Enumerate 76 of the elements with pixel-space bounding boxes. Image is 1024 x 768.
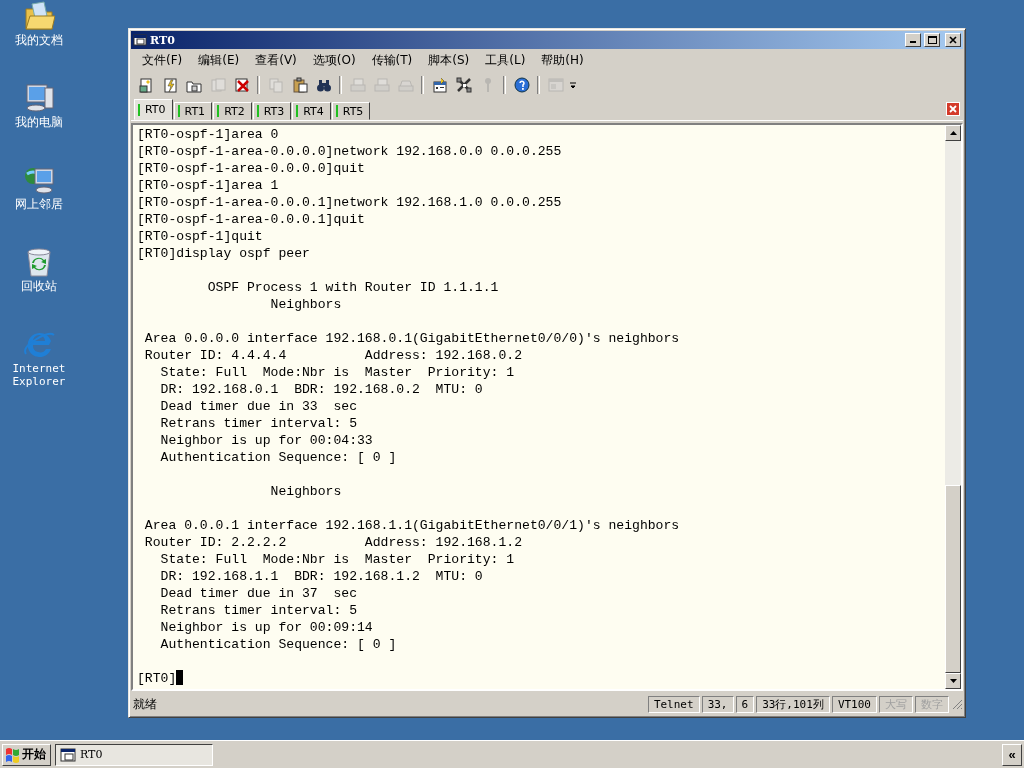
start-button[interactable]: 开始 xyxy=(2,743,51,766)
status-field: VT100 xyxy=(831,695,877,713)
terminal-line: Retrans timer interval: 5 xyxy=(159,416,357,431)
terminal-line: Retrans timer interval: 5 xyxy=(159,603,357,618)
desktop-icon-label[interactable]: 回收站 xyxy=(21,280,57,293)
show-hidden-icons-button[interactable]: « xyxy=(1002,743,1022,766)
scroll-up-icon xyxy=(949,130,957,136)
menu-item[interactable]: 工具(L) xyxy=(478,51,533,69)
session-tab[interactable]: RT2 xyxy=(213,102,252,120)
session-tab[interactable]: RT0 xyxy=(134,99,173,120)
terminal-line: Neighbor is up for 00:09:14 xyxy=(159,620,373,635)
scroll-down-icon xyxy=(949,678,957,684)
folder-icon xyxy=(23,0,55,32)
menu-item[interactable]: 查看(V) xyxy=(248,51,304,69)
menu-item[interactable]: 文件(F) xyxy=(135,51,190,69)
scrollbar-thumb[interactable] xyxy=(945,485,961,673)
terminal-line: State: Full Mode:Nbr is Master Priority: 1 xyxy=(159,552,515,567)
terminal-line: [RT0]display ospf peer xyxy=(137,246,310,261)
terminal-line: [RT0] xyxy=(137,671,177,686)
vertical-scrollbar[interactable] xyxy=(945,125,961,689)
close-icon xyxy=(949,105,957,113)
terminal-line: Dead timer due in 33 sec xyxy=(159,399,357,414)
close-icon xyxy=(948,35,958,45)
terminal-line: Authentication Sequence: [ 0 ] xyxy=(159,637,397,652)
status-field: 6 xyxy=(735,695,755,713)
desktop-icon-label[interactable]: Internet Explorer xyxy=(4,362,74,388)
terminal-line: OSPF Process 1 with Router ID 1.1.1.1 xyxy=(206,280,499,295)
terminal-line: DR: 192.168.0.1 BDR: 192.168.0.2 MTU: 0 xyxy=(159,382,483,397)
session-tab[interactable]: RT4 xyxy=(292,102,331,120)
desktop-icon-label[interactable]: 网上邻居 xyxy=(15,198,63,211)
menu-item[interactable]: 帮助(H) xyxy=(534,51,591,69)
terminal-line: Neighbor is up for 00:04:33 xyxy=(159,433,373,448)
terminal-line: Router ID: 4.4.4.4 Address: 192.168.0.2 xyxy=(143,348,523,363)
session-tab[interactable]: RT5 xyxy=(331,102,371,120)
window-title: RT0 xyxy=(150,33,176,47)
terminal-line: [RT0-ospf-1-area-0.0.0.0]network 192.168.0.0 0.0.0.255 xyxy=(137,144,562,159)
session-tab[interactable]: RT3 xyxy=(252,102,292,120)
terminal-line: Area 0.0.0.1 interface 192.168.1.1(GigabitEthernet0/0/1)'s neighbors xyxy=(143,518,680,533)
terminal-line: Router ID: 2.2.2.2 Address: 192.168.1.2 xyxy=(143,535,523,550)
close-button[interactable] xyxy=(945,33,961,47)
terminal-line: [RT0-ospf-1-area-0.0.0.0]quit xyxy=(137,161,365,176)
maximize-button[interactable] xyxy=(924,33,940,47)
desktop-icon-label[interactable]: 我的电脑 xyxy=(15,116,63,129)
terminal-line: [RT0-ospf-1-area-0.0.0.1]network 192.168.1.0 0.0.0.255 xyxy=(137,195,562,210)
window-icon xyxy=(60,746,76,763)
terminal-line: Area 0.0.0.0 interface 192.168.0.1(GigabitEthernet0/0/0)'s neighbors xyxy=(143,331,680,346)
terminal-line: [RT0-ospf-1-area-0.0.0.1]quit xyxy=(137,212,365,227)
menu-item[interactable]: 脚本(S) xyxy=(421,51,477,69)
status-field: Telnet xyxy=(647,695,700,713)
terminal-line: DR: 192.168.1.1 BDR: 192.168.1.2 MTU: 0 xyxy=(159,569,483,584)
menu-item[interactable]: 传输(T) xyxy=(364,51,420,69)
terminal-line: Neighbors xyxy=(269,484,342,499)
window-icon xyxy=(133,33,147,47)
desktop-icon-label[interactable]: 我的文档 xyxy=(15,34,63,47)
status-field: 33, xyxy=(701,695,734,713)
menu-item[interactable]: 编辑(E) xyxy=(191,51,247,69)
close-tab-button[interactable] xyxy=(946,102,960,116)
maximize-icon xyxy=(927,35,937,45)
toolbar-dropdown-icon xyxy=(569,80,577,90)
terminal-line: [RT0-ospf-1]quit xyxy=(137,229,263,244)
status-field: 33行,101列 xyxy=(756,695,830,713)
menu-item[interactable]: 选项(O) xyxy=(305,51,363,69)
session-tab[interactable]: RT1 xyxy=(173,102,213,120)
computer-icon xyxy=(23,82,55,114)
minimize-button[interactable] xyxy=(905,33,921,47)
terminal-line: [RT0-ospf-1]area 0 xyxy=(137,127,279,142)
status-message: 就绪 xyxy=(132,695,158,713)
minimize-icon xyxy=(910,41,916,43)
resize-grip-icon xyxy=(951,698,963,710)
terminal-line: Dead timer due in 37 sec xyxy=(159,586,357,601)
terminal-line: Authentication Sequence: [ 0 ] xyxy=(159,450,397,465)
terminal-line: [RT0-ospf-1]area 1 xyxy=(137,178,279,193)
terminal-line: State: Full Mode:Nbr is Master Priority: 1 xyxy=(159,365,515,380)
windows-flag-icon xyxy=(5,746,20,763)
taskbar-button[interactable]: RT0 xyxy=(55,743,213,766)
terminal-line: Neighbors xyxy=(269,297,342,312)
